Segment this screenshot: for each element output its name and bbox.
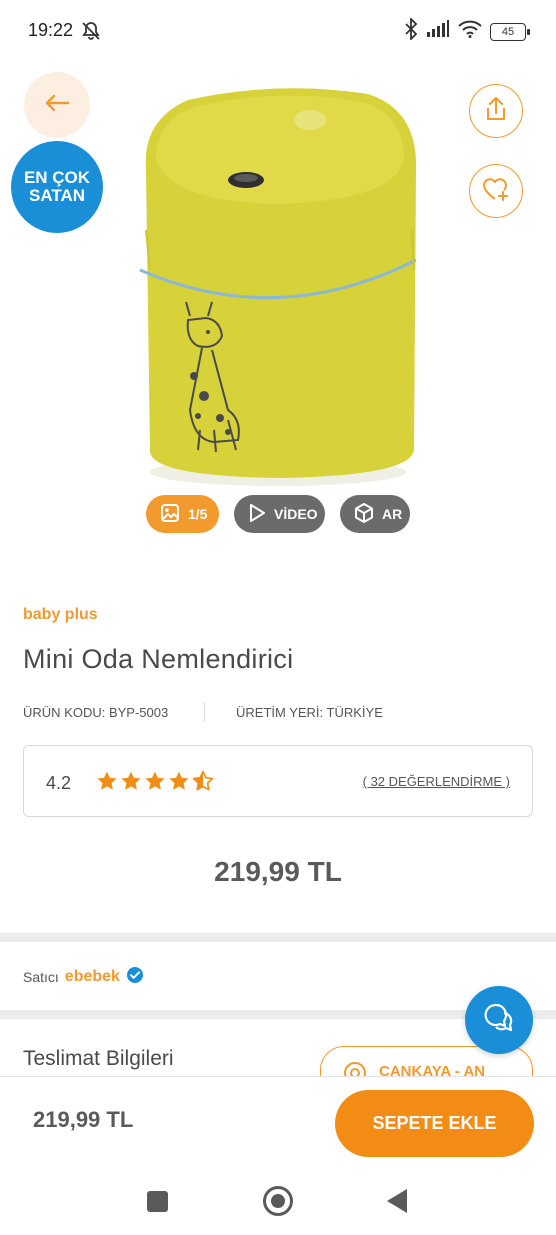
add-to-favorites-button[interactable] — [469, 164, 523, 218]
video-pill[interactable]: VİDEO — [234, 495, 325, 533]
rating-card[interactable]: 4.2 ( 32 DEĞERLENDİRME ) — [23, 745, 533, 817]
product-title: Mini Oda Nemlendirici — [23, 644, 294, 674]
product-price: 219,99 TL — [214, 856, 342, 887]
chat-button[interactable] — [465, 986, 533, 1054]
best-seller-badge: EN ÇOK SATAN — [11, 141, 103, 233]
bottom-price: 219,99 TL — [33, 1107, 134, 1132]
back-button[interactable] — [24, 72, 90, 138]
star-half-icon — [192, 770, 214, 797]
media-switcher: 1/5 VİDEO AR — [0, 495, 556, 535]
seller-label: Satıcı — [23, 968, 59, 985]
battery-indicator: 45 — [490, 22, 530, 41]
add-to-cart-button[interactable]: SEPETE EKLE — [335, 1090, 534, 1157]
star-icon — [120, 770, 142, 797]
image-icon — [160, 503, 180, 526]
photo-counter-pill[interactable]: 1/5 — [146, 495, 219, 533]
system-navigation-bar — [0, 1166, 556, 1235]
status-icons: 45 — [404, 16, 530, 45]
play-icon — [248, 503, 266, 526]
rating-stars — [96, 770, 214, 797]
rating-count-link[interactable]: ( 32 DEĞERLENDİRME ) — [363, 774, 510, 789]
verified-icon — [126, 966, 144, 987]
product-gallery[interactable]: EN ÇOK SATAN 1/5 VİDEO AR — [0, 62, 556, 552]
badge-line1: EN ÇOK — [23, 168, 91, 188]
photo-counter-label: 1/5 — [188, 506, 208, 522]
badge-line2: SATAN — [28, 186, 86, 205]
section-divider — [0, 933, 556, 942]
star-icon — [144, 770, 166, 797]
seller-name[interactable]: ebebek — [65, 968, 120, 986]
bluetooth-icon — [404, 16, 418, 45]
share-icon — [484, 96, 508, 127]
product-code: ÜRÜN KODU: BYP-5003 — [23, 705, 169, 720]
star-icon — [96, 770, 118, 797]
product-origin: ÜRETİM YERİ: TÜRKİYE — [236, 705, 383, 720]
system-back-button[interactable] — [387, 1189, 407, 1213]
share-button[interactable] — [469, 84, 523, 138]
wifi-icon — [458, 20, 482, 43]
rating-score: 4.2 — [46, 773, 72, 793]
recent-apps-button[interactable] — [147, 1191, 168, 1212]
status-bar: 19:22 45 — [0, 0, 556, 62]
chat-icon — [482, 1001, 516, 1040]
heart-plus-icon — [482, 176, 510, 207]
product-image[interactable] — [128, 80, 428, 490]
mute-bell-icon — [80, 20, 102, 47]
ar-label: AR — [382, 506, 403, 522]
home-button[interactable] — [263, 1186, 293, 1216]
seller-row[interactable]: Satıcı ebebek — [23, 966, 144, 987]
status-time: 19:22 — [28, 20, 74, 40]
delivery-title: Teslimat Bilgileri — [23, 1047, 174, 1070]
product-page: 19:22 45 EN ÇOK SATAN 1/5 VİDEO AR baby … — [0, 0, 556, 1235]
code-divider — [204, 702, 205, 722]
ar-cube-icon — [354, 502, 374, 526]
brand-link[interactable]: baby plus — [23, 606, 98, 624]
star-icon — [168, 770, 190, 797]
ar-pill[interactable]: AR — [340, 495, 410, 533]
bottom-action-bar: 219,99 TL SEPETE EKLE — [0, 1076, 556, 1166]
video-label: VİDEO — [274, 506, 318, 522]
signal-icon — [426, 20, 450, 43]
back-arrow-icon — [44, 94, 70, 117]
